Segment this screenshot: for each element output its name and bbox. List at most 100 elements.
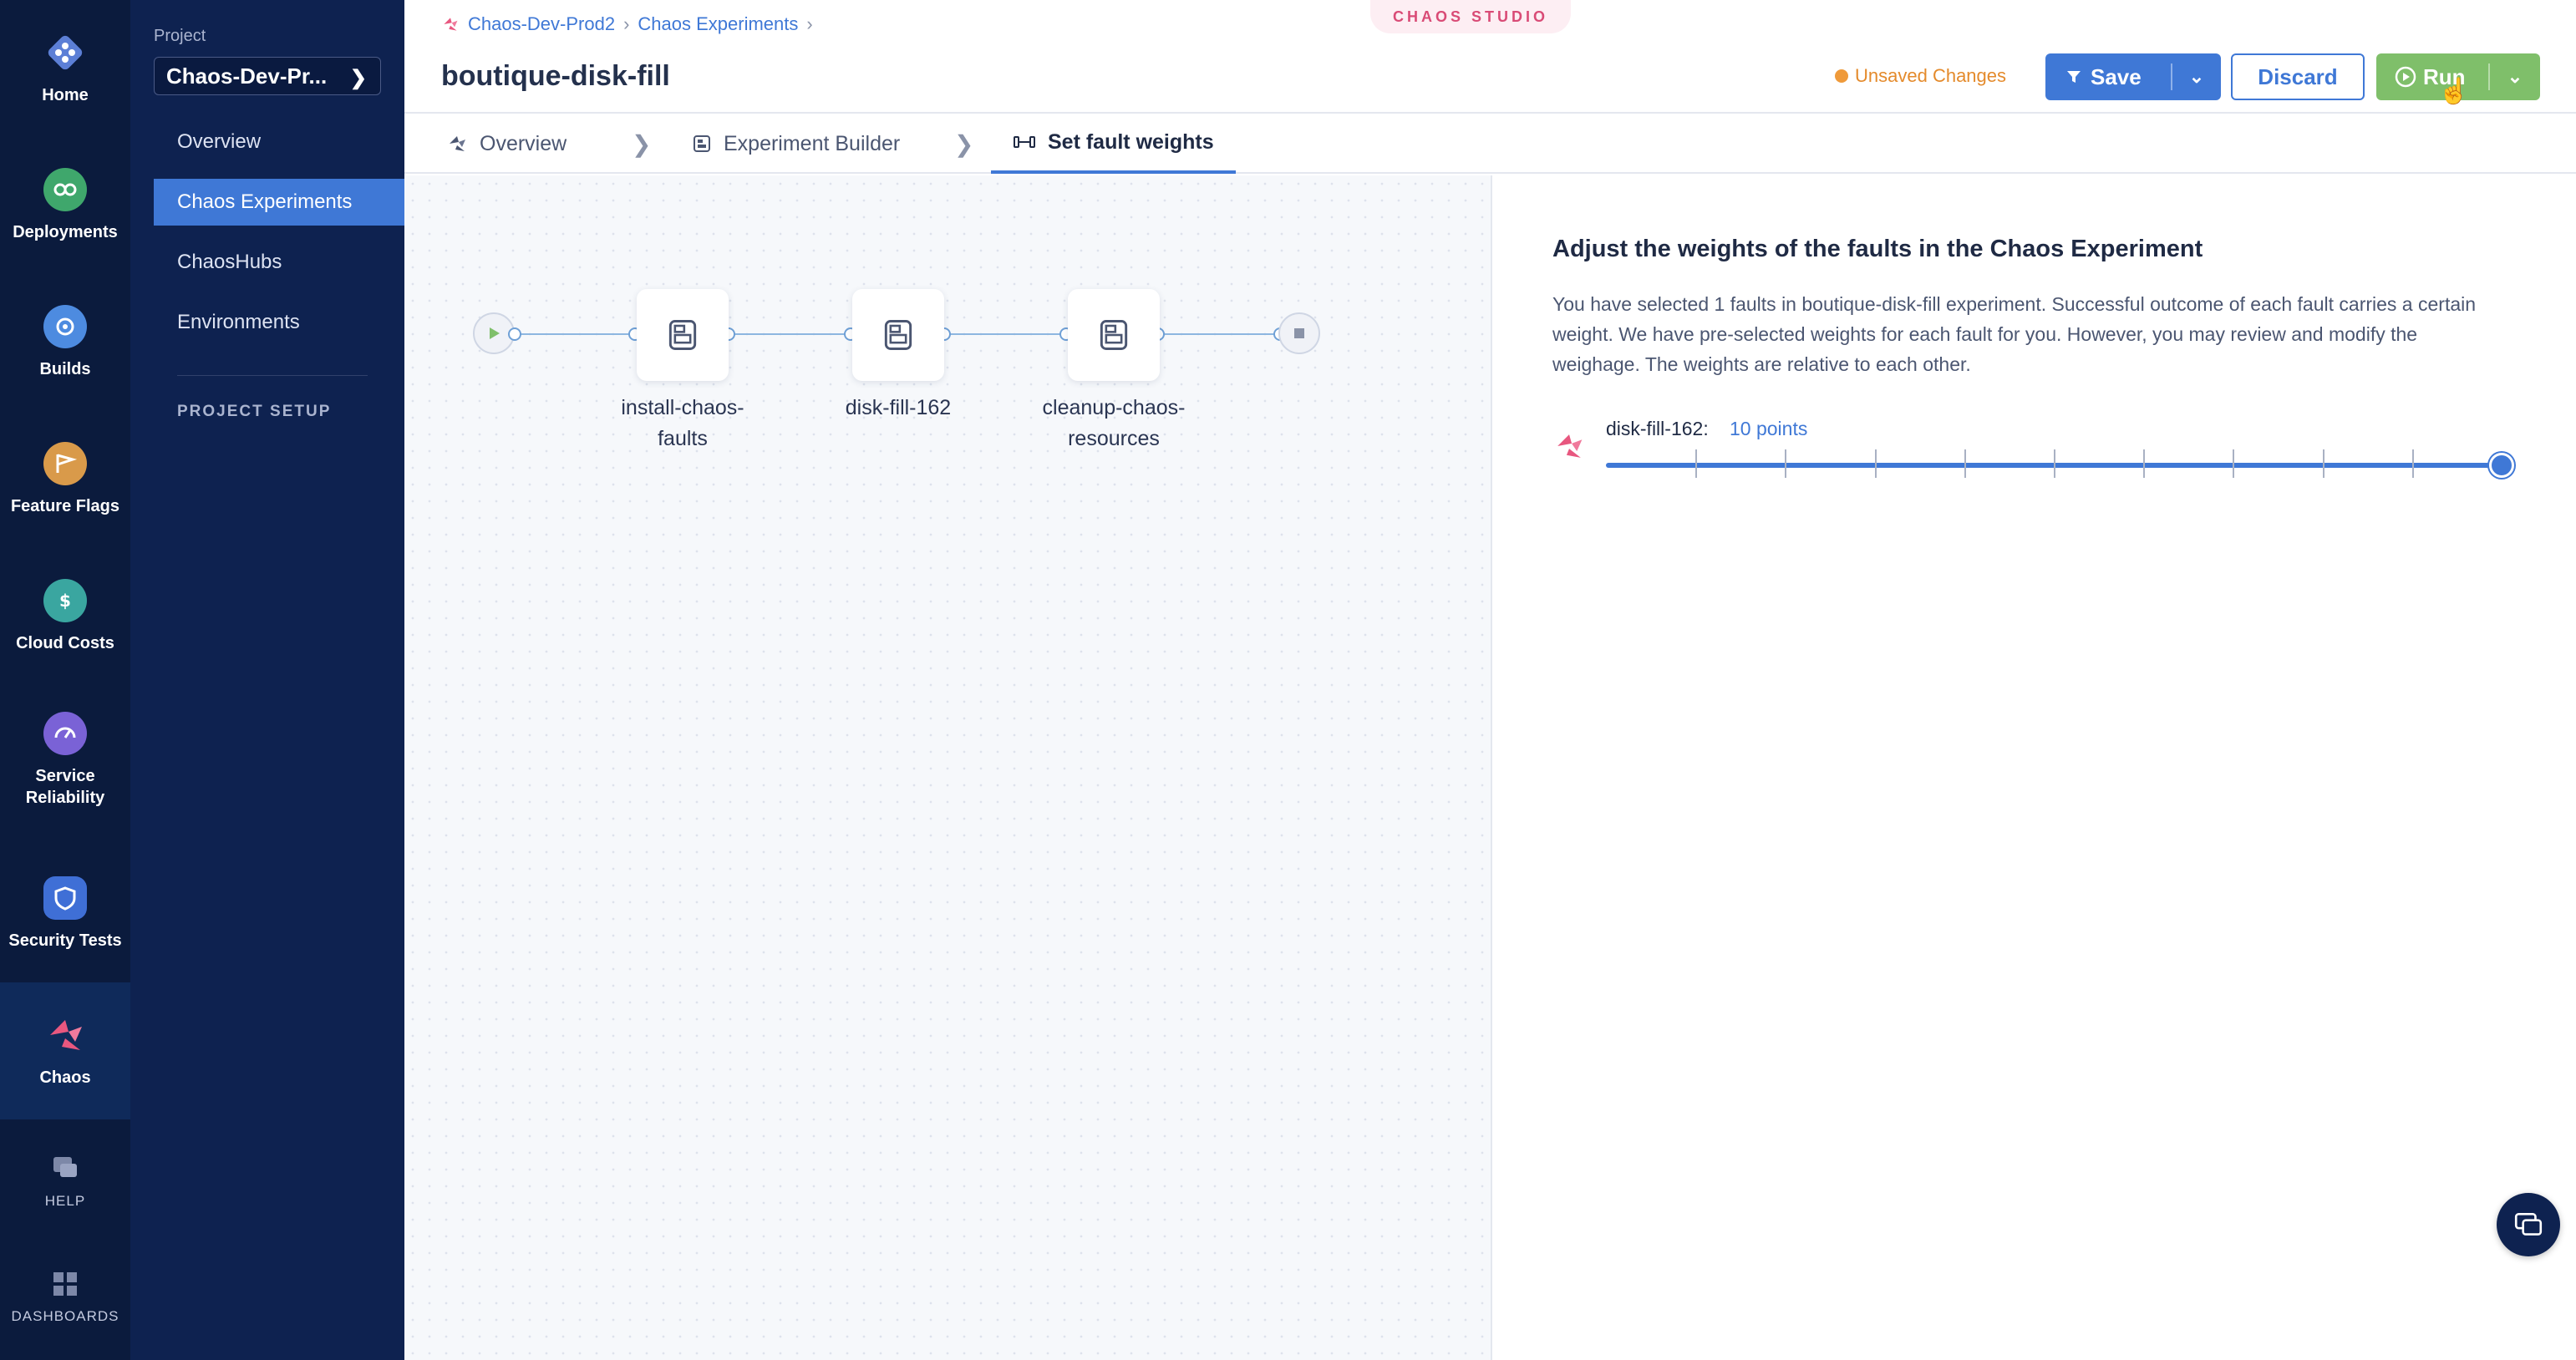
panel-description: You have selected 1 faults in boutique-d…	[1552, 293, 2477, 375]
connector-line	[729, 333, 851, 335]
rail-label: Service Reliability	[25, 767, 105, 807]
pipeline-canvas[interactable]: install-chaos- faults disk-fill-162 clea…	[404, 175, 1491, 1360]
chevron-right-icon: ❯	[349, 67, 367, 89]
rail-item-help[interactable]: HELP	[0, 1133, 130, 1233]
rail-label: Security Tests	[8, 931, 122, 950]
node-label-cleanup-chaos-resources: cleanup-chaos- resources	[1014, 393, 1214, 454]
rail-label: Feature Flags	[10, 497, 120, 515]
nav-item-overview[interactable]: Overview	[154, 119, 404, 165]
run-options-dropdown[interactable]: ⌄	[2490, 66, 2540, 88]
slider-tick	[1964, 449, 1966, 478]
chaos-icon	[450, 136, 465, 151]
connector-line	[944, 333, 1064, 335]
breadcrumb: Chaos-Dev-Prod2 › Chaos Experiments ›	[441, 13, 813, 35]
chaos-icon	[444, 18, 458, 31]
mouse-cursor-icon: ☝	[2438, 78, 2470, 105]
rail-item-security-tests[interactable]: Security Tests	[0, 845, 130, 982]
rail-item-builds[interactable]: Builds	[0, 274, 130, 411]
play-circle-icon	[2395, 66, 2416, 88]
rail-label: Builds	[39, 360, 91, 378]
primary-nav-rail: Home Deployments Builds Feature Flags $ …	[0, 0, 130, 1360]
unsaved-changes-indicator: Unsaved Changes	[1835, 65, 2006, 87]
rail-item-dashboards[interactable]: DASHBOARDS	[0, 1248, 130, 1348]
slider-tick	[1874, 449, 1877, 478]
rail-label: DASHBOARDS	[11, 1308, 119, 1324]
page-header: Chaos-Dev-Prod2 › Chaos Experiments › bo…	[404, 0, 2576, 114]
save-button-label: Save	[2091, 63, 2142, 89]
slider-tick	[1785, 449, 1787, 478]
nav-divider	[177, 375, 368, 376]
builder-icon	[694, 135, 710, 152]
tab-set-fault-weights[interactable]: Set fault weights	[991, 114, 1236, 174]
slider-tick	[1695, 449, 1698, 478]
tab-experiment-builder[interactable]: Experiment Builder	[692, 114, 900, 174]
node-label-install-chaos-faults: install-chaos- faults	[582, 393, 783, 454]
project-selector-value: Chaos-Dev-Pr...	[166, 63, 328, 89]
node-label-line: faults	[658, 427, 708, 450]
fault-weights-panel: Adjust the weights of the faults in the …	[1491, 175, 2576, 1360]
pipeline-end	[1278, 312, 1320, 354]
project-label: Project	[154, 27, 206, 45]
nav-item-environments[interactable]: Environments	[154, 299, 404, 346]
save-options-dropdown[interactable]: ⌄	[2172, 66, 2221, 88]
nav-item-chaos-experiments[interactable]: Chaos Experiments	[154, 179, 404, 226]
chaos-icon	[43, 1013, 87, 1057]
rail-item-feature-flags[interactable]: Feature Flags	[0, 411, 130, 548]
rail-item-service-reliability[interactable]: Service Reliability	[0, 685, 130, 835]
slider-tick	[2233, 449, 2235, 478]
fault-step-icon	[884, 320, 912, 350]
chaos-icon	[1557, 434, 1583, 458]
rail-label: Cloud Costs	[16, 634, 114, 652]
rail-item-home[interactable]: Home	[0, 0, 130, 137]
breadcrumb-separator: ›	[806, 13, 813, 34]
pipeline-node-disk-fill-162[interactable]	[852, 289, 944, 381]
node-label-line: install-chaos-	[621, 396, 744, 419]
fault-name: disk-fill-162:	[1606, 418, 1709, 439]
chat-support-button[interactable]	[2497, 1193, 2560, 1256]
filter-icon	[2067, 71, 2081, 83]
slider-tick	[2322, 449, 2324, 478]
tab-label: Set fault weights	[1048, 129, 1214, 154]
weights-icon	[1014, 136, 1035, 148]
node-label-line: resources	[1068, 427, 1160, 450]
fault-points: 10 points	[1730, 418, 1808, 439]
project-setup-heading[interactable]: PROJECT SETUP	[177, 403, 331, 421]
pipeline-node-cleanup-chaos-resources[interactable]	[1068, 289, 1160, 381]
node-label-disk-fill-162: disk-fill-162	[798, 393, 998, 424]
tab-label: Overview	[480, 131, 567, 155]
fault-step-icon	[668, 320, 697, 350]
breadcrumb-project[interactable]: Chaos-Dev-Prod2	[468, 13, 615, 35]
chevron-right-icon: ❯	[632, 131, 652, 157]
rail-item-deployments[interactable]: Deployments	[0, 137, 130, 274]
chevron-down-icon: ⌄	[2188, 66, 2205, 87]
weight-slider-thumb[interactable]	[2489, 453, 2514, 478]
rail-label: Chaos	[39, 1068, 91, 1087]
breadcrumb-chaos-experiments[interactable]: Chaos Experiments	[638, 13, 798, 35]
slider-tick	[2143, 449, 2146, 478]
tab-label: Experiment Builder	[724, 131, 901, 155]
slider-tick	[2054, 449, 2055, 478]
node-label-line: disk-fill-162	[845, 396, 952, 419]
chevron-right-icon: ❯	[954, 131, 974, 157]
project-selector[interactable]: Chaos-Dev-Pr... ❯	[154, 57, 381, 95]
rail-label: Home	[42, 86, 89, 104]
experiment-tabs: Overview ❯ Experiment Builder ❯ Set faul…	[404, 114, 2576, 174]
panel-title: Adjust the weights of the faults in the …	[1552, 236, 2203, 262]
rail-item-chaos[interactable]: Chaos	[0, 982, 130, 1119]
breadcrumb-separator: ›	[623, 13, 630, 34]
service-reliability-icon	[43, 712, 87, 755]
discard-button[interactable]: Discard	[2231, 53, 2365, 100]
page-title: boutique-disk-fill	[441, 60, 670, 92]
connector-line	[1158, 333, 1277, 335]
node-label-line: cleanup-chaos-	[1042, 396, 1186, 419]
chevron-down-icon: ⌄	[2507, 66, 2523, 87]
slider-tick	[2411, 449, 2414, 478]
connector-port[interactable]	[508, 327, 521, 341]
nav-item-chaoshubs[interactable]: ChaosHubs	[154, 239, 404, 286]
rail-label: HELP	[44, 1193, 86, 1209]
connector-line	[515, 333, 632, 335]
rail-item-cloud-costs[interactable]: $ Cloud Costs	[0, 548, 130, 685]
save-button[interactable]: Save ⌄	[2045, 53, 2221, 100]
pipeline-node-install-chaos-faults[interactable]	[637, 289, 729, 381]
tab-overview[interactable]: Overview	[446, 114, 567, 174]
